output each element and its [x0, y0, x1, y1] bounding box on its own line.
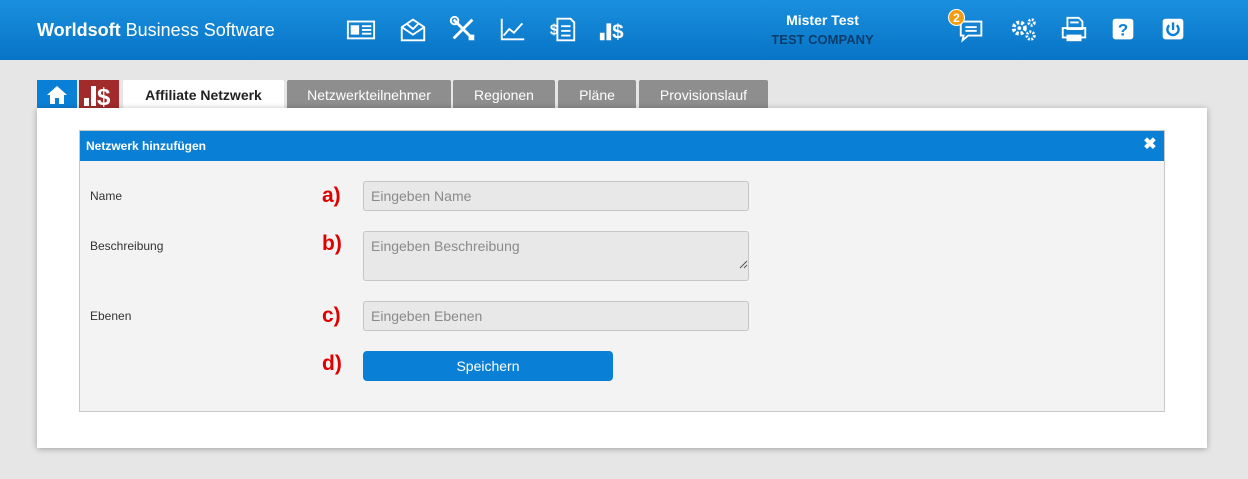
print-icon[interactable] — [1058, 14, 1090, 44]
name-input[interactable] — [363, 181, 749, 211]
mail-icon[interactable] — [397, 14, 429, 44]
tab-provisionslauf[interactable]: Provisionslauf — [639, 80, 768, 110]
description-label: Beschreibung — [90, 239, 164, 253]
brand-rest: Business Software — [120, 20, 275, 40]
tab-netzwerkteilnehmer[interactable]: Netzwerkteilnehmer — [287, 80, 451, 110]
dialog-title: Netzwerk hinzufügen — [86, 139, 207, 153]
power-icon[interactable] — [1157, 14, 1189, 44]
tab-affiliate-netzwerk[interactable]: Affiliate Netzwerk — [123, 80, 284, 110]
brand-title: Worldsoft Business Software — [37, 20, 275, 41]
levels-label: Ebenen — [90, 309, 132, 323]
description-textarea[interactable] — [363, 231, 749, 281]
tab-regionen[interactable]: Regionen — [453, 80, 555, 110]
resize-grip-icon[interactable] — [738, 259, 748, 269]
affiliate-dollar-icon[interactable]: $ — [597, 14, 629, 44]
notification-badge: 2 — [948, 9, 965, 26]
marker-b: b) — [322, 232, 342, 255]
dialog-header: Netzwerk hinzufügen ✖ — [80, 131, 1164, 161]
marker-a: a) — [322, 184, 341, 207]
help-icon[interactable]: ? — [1107, 14, 1139, 44]
svg-text:$: $ — [612, 20, 624, 43]
marker-c: c) — [322, 304, 341, 327]
close-icon[interactable]: ✖ — [1142, 137, 1158, 153]
brand-bold: Worldsoft — [37, 20, 121, 40]
top-bar: Worldsoft Business Software $ $ Mister T… — [0, 0, 1248, 60]
svg-text:$: $ — [550, 22, 559, 39]
tab-plaene[interactable]: Pläne — [558, 80, 636, 110]
invoice-dollar-icon[interactable]: $ — [547, 14, 579, 44]
levels-input[interactable] — [363, 301, 749, 331]
chart-line-icon[interactable] — [497, 14, 529, 44]
chat-icon[interactable]: 2 — [948, 9, 988, 44]
user-info[interactable]: Mister Test TEST COMPANY — [740, 12, 905, 47]
add-network-dialog: Netzwerk hinzufügen ✖ Name a) Beschreibu… — [79, 130, 1165, 412]
svg-text:$: $ — [97, 84, 111, 108]
company-name: TEST COMPANY — [771, 32, 874, 47]
user-name: Mister Test — [786, 12, 859, 28]
settings-gears-icon[interactable] — [1008, 14, 1040, 44]
home-icon — [47, 86, 67, 104]
tools-icon[interactable] — [447, 14, 479, 44]
contact-card-icon[interactable] — [345, 14, 377, 44]
marker-d: d) — [322, 352, 342, 375]
home-tab[interactable] — [37, 80, 77, 110]
save-button[interactable]: Speichern — [363, 351, 613, 381]
affiliate-logo-icon: $ — [84, 84, 111, 108]
svg-text:?: ? — [1118, 21, 1128, 40]
affiliate-module-tab[interactable]: $ — [79, 80, 119, 110]
name-label: Name — [90, 189, 123, 203]
